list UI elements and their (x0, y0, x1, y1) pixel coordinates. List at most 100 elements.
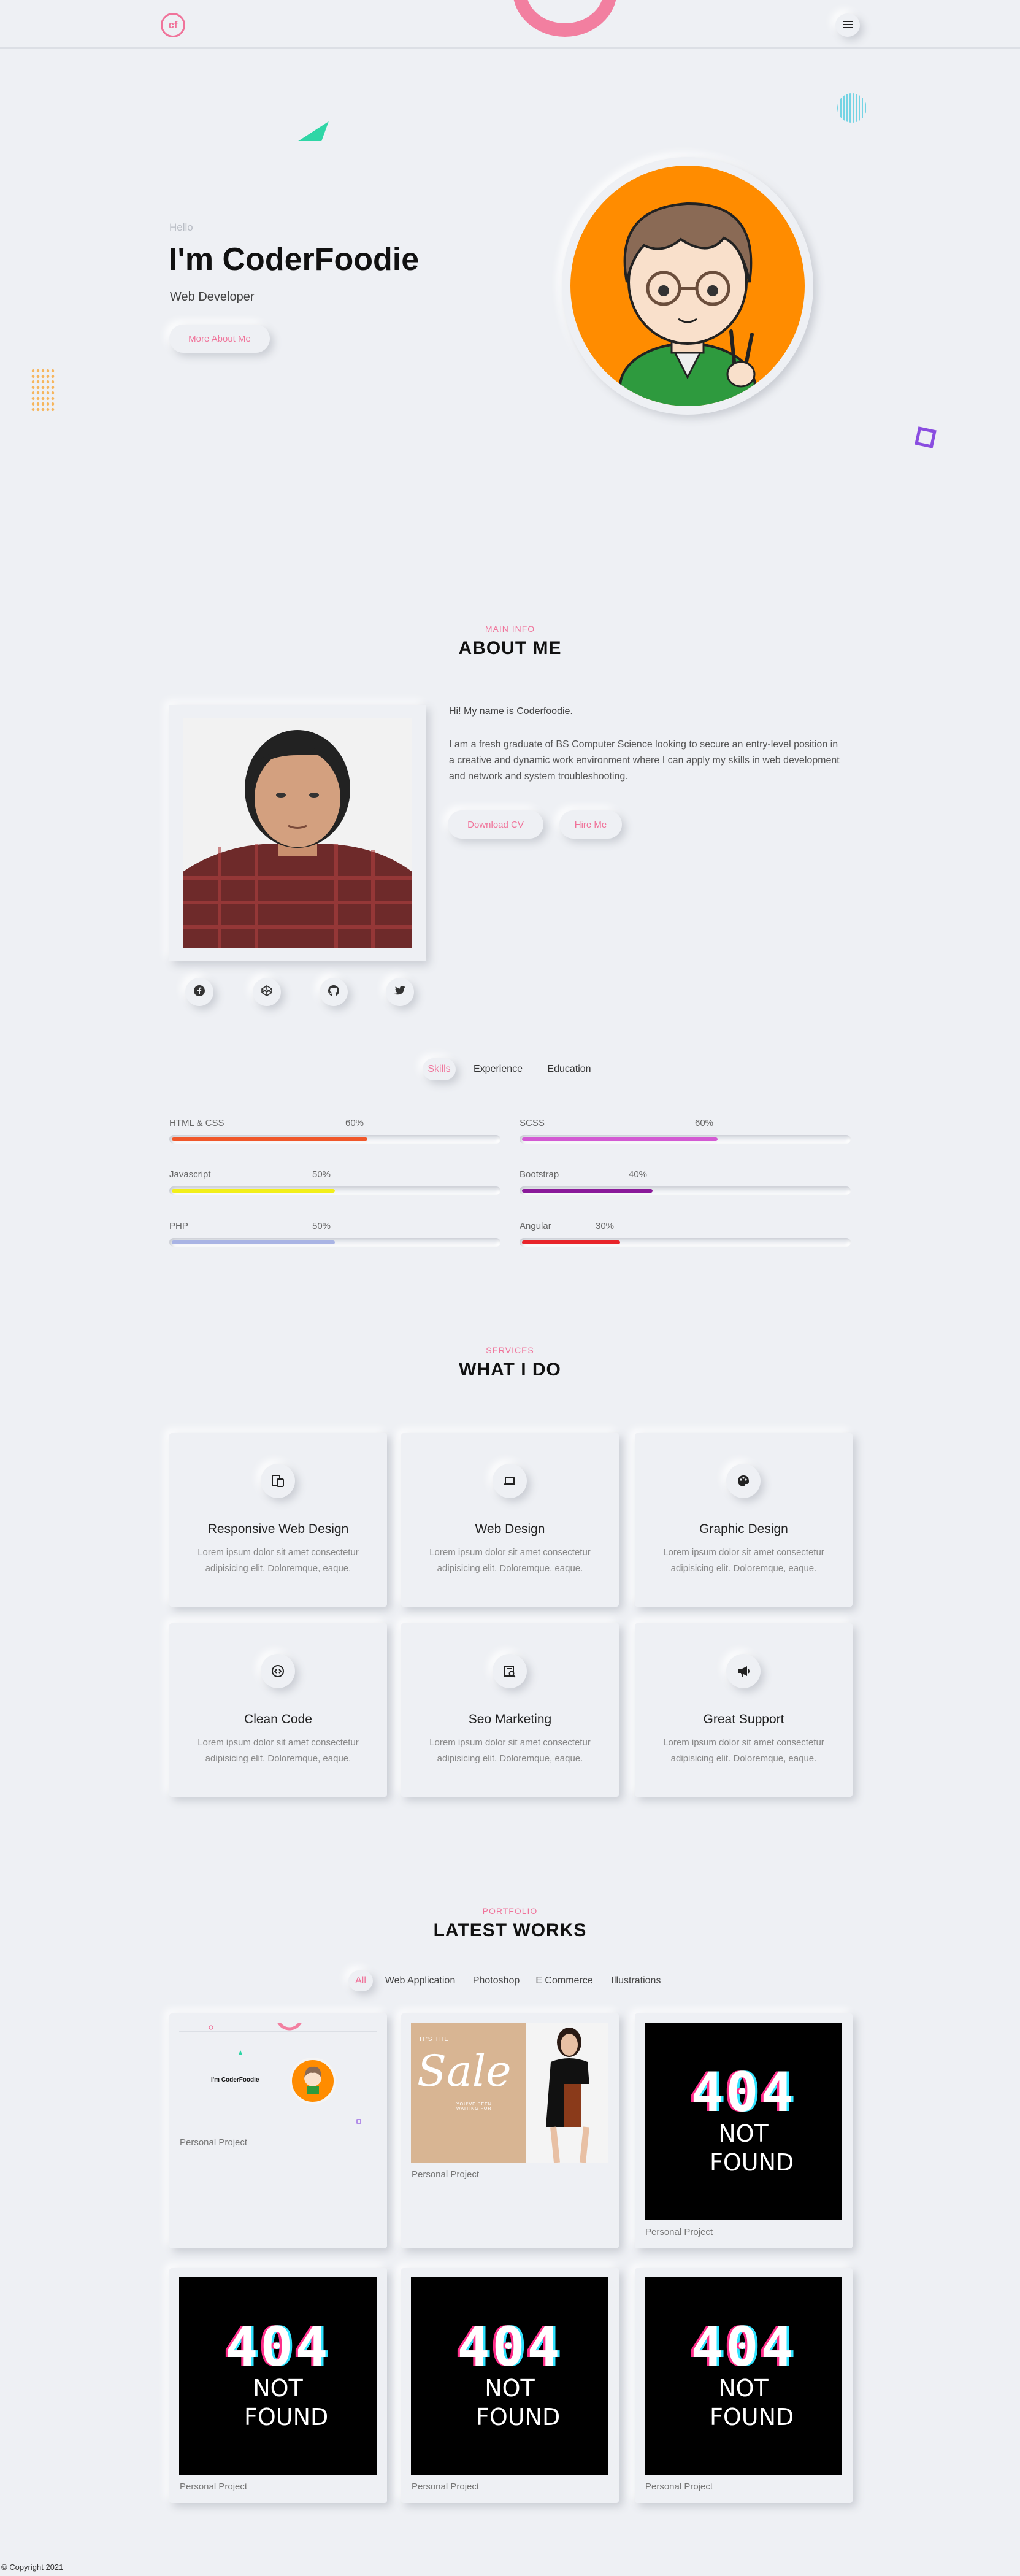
codepen-button[interactable] (253, 978, 281, 1006)
decorative-ring (513, 0, 617, 37)
service-text: Lorem ipsum dolor sit amet consectetur a… (197, 1547, 359, 1574)
service-text: Lorem ipsum dolor sit amet consectetur a… (429, 1547, 591, 1574)
service-title: Clean Code (244, 1712, 312, 1726)
thumbnail-404: 404 (691, 2315, 796, 2378)
service-title: Seo Marketing (468, 1712, 552, 1726)
skill-bar (520, 1186, 851, 1195)
service-title: Responsive Web Design (207, 1522, 349, 1536)
portfolio-item[interactable]: 404 NOT FOUND Personal Project (635, 2268, 853, 2503)
laptop-icon (493, 1464, 527, 1498)
tab-education[interactable]: Education (541, 1058, 597, 1080)
skill-bar-fill (172, 1137, 367, 1141)
thumbnail-not-found: NOT FOUND (244, 2374, 329, 2431)
skill-percent: 40% (629, 1169, 648, 1180)
github-icon (328, 985, 340, 1000)
skill-bar-fill (172, 1189, 335, 1193)
download-cv-button[interactable]: Download CV (448, 810, 543, 839)
thumbnail-404: 404 (457, 2315, 562, 2378)
logo[interactable]: cf (161, 13, 185, 37)
service-card[interactable]: Great Support Lorem ipsum dolor sit amet… (635, 1623, 853, 1797)
portfolio-caption: Personal Project (645, 2227, 713, 2237)
skill-percent: 30% (596, 1221, 615, 1231)
not-found-thumbnail: 404 NOT FOUND (645, 2277, 842, 2475)
palette-icon (726, 1464, 761, 1498)
portfolio-thumbnail: I'm CoderFoodie (179, 2023, 377, 2145)
not-found-thumbnail: 404 NOT FOUND (645, 2023, 842, 2220)
service-title: Great Support (703, 1712, 784, 1726)
search-chart-icon (493, 1654, 527, 1688)
profile-photo-frame (169, 705, 426, 961)
not-found-thumbnail: 404 NOT FOUND (411, 2277, 608, 2475)
thumbnail-404: 404 (691, 2060, 796, 2124)
skill-percent: 50% (312, 1221, 331, 1231)
service-text: Lorem ipsum dolor sit amet consectetur a… (197, 1737, 359, 1764)
service-card[interactable]: Clean Code Lorem ipsum dolor sit amet co… (169, 1623, 387, 1797)
megaphone-icon (726, 1654, 761, 1688)
service-text: Lorem ipsum dolor sit amet consectetur a… (663, 1547, 824, 1574)
facebook-icon (193, 985, 205, 1000)
service-card[interactable]: Graphic Design Lorem ipsum dolor sit ame… (635, 1433, 853, 1607)
filter-all[interactable]: All (348, 1970, 373, 1991)
filter-web-application[interactable]: Web Application (380, 1970, 460, 1991)
service-title: Graphic Design (699, 1522, 788, 1536)
skill-bar (169, 1135, 500, 1144)
services-title: WHAT I DO (459, 1359, 561, 1380)
facebook-button[interactable] (185, 978, 213, 1006)
not-found-thumbnail: 404 NOT FOUND (179, 2277, 377, 2475)
skill-bar-fill (522, 1240, 620, 1244)
service-card[interactable]: Seo Marketing Lorem ipsum dolor sit amet… (401, 1623, 619, 1797)
thumbnail-title: I'm CoderFoodie (211, 2077, 259, 2083)
filter-photoshop[interactable]: Photoshop (467, 1970, 525, 1991)
more-about-me-button[interactable]: More About Me (169, 325, 270, 353)
skill-label: Javascript (169, 1169, 211, 1180)
devices-icon (261, 1464, 295, 1498)
profile-photo (183, 718, 412, 948)
sale-subtitle: YOU'VE BEEN WAITING FOR (456, 2102, 492, 2111)
thumbnail-not-found: NOT FOUND (710, 2120, 794, 2177)
portfolio-caption: Personal Project (645, 2482, 713, 2492)
portfolio-title: LATEST WORKS (433, 1920, 587, 1940)
striped-circle-decoration (837, 93, 867, 123)
thumbnail-404: 404 (225, 2315, 331, 2378)
service-card[interactable]: Web Design Lorem ipsum dolor sit amet co… (401, 1433, 619, 1607)
sale-title: Sale (417, 2046, 512, 2096)
twitter-button[interactable] (386, 978, 414, 1006)
tab-skills[interactable]: Skills (423, 1058, 456, 1080)
portfolio-item[interactable]: 404 NOT FOUND Personal Project (635, 2013, 853, 2248)
skill-label: Bootstrap (520, 1169, 559, 1180)
triangle-decoration (298, 121, 329, 141)
skill-bar (169, 1238, 500, 1247)
tab-experience[interactable]: Experience (469, 1058, 527, 1080)
codepen-icon (261, 985, 273, 1000)
services-tag: SERVICES (486, 1345, 534, 1355)
github-button[interactable] (320, 978, 348, 1006)
twitter-icon (394, 985, 406, 999)
square-decoration (915, 426, 937, 448)
code-icon (261, 1654, 295, 1688)
service-card[interactable]: Responsive Web Design Lorem ipsum dolor … (169, 1433, 387, 1607)
portfolio-item[interactable]: IT'S THE Sale YOU'VE BEEN WAITING FOR Pe… (401, 2013, 619, 2248)
filter-illustrations[interactable]: Illustrations (604, 1970, 669, 1991)
portfolio-caption: Personal Project (412, 2169, 480, 2180)
dot-grid-decoration (31, 368, 56, 412)
portfolio-item[interactable]: 404 NOT FOUND Personal Project (401, 2268, 619, 2503)
portfolio-item[interactable]: I'm CoderFoodie Personal Project (169, 2013, 387, 2248)
hero-greeting: Hello (169, 221, 193, 233)
skill-bar-fill (522, 1189, 653, 1193)
skill-percent: 50% (312, 1169, 331, 1180)
portfolio-item[interactable]: 404 NOT FOUND Personal Project (169, 2268, 387, 2503)
top-bar: cf (0, 0, 1020, 49)
skill-label: Angular (520, 1221, 551, 1231)
skill-bar-fill (172, 1240, 335, 1244)
hire-me-button[interactable]: Hire Me (559, 810, 622, 839)
filter-e-commerce[interactable]: E Commerce (532, 1970, 596, 1991)
about-title: ABOUT ME (458, 638, 562, 658)
menu-button[interactable] (835, 13, 860, 37)
about-greeting: Hi! My name is Coderfoodie. (449, 706, 573, 717)
avatar-frame (562, 157, 813, 415)
hero-role: Web Developer (170, 290, 255, 304)
thumbnail-not-found: NOT FOUND (710, 2374, 794, 2431)
about-description: I am a fresh graduate of BS Computer Sci… (449, 739, 840, 782)
portfolio-thumbnail: IT'S THE Sale YOU'VE BEEN WAITING FOR (411, 2023, 608, 2163)
portfolio-caption: Personal Project (180, 2137, 248, 2148)
